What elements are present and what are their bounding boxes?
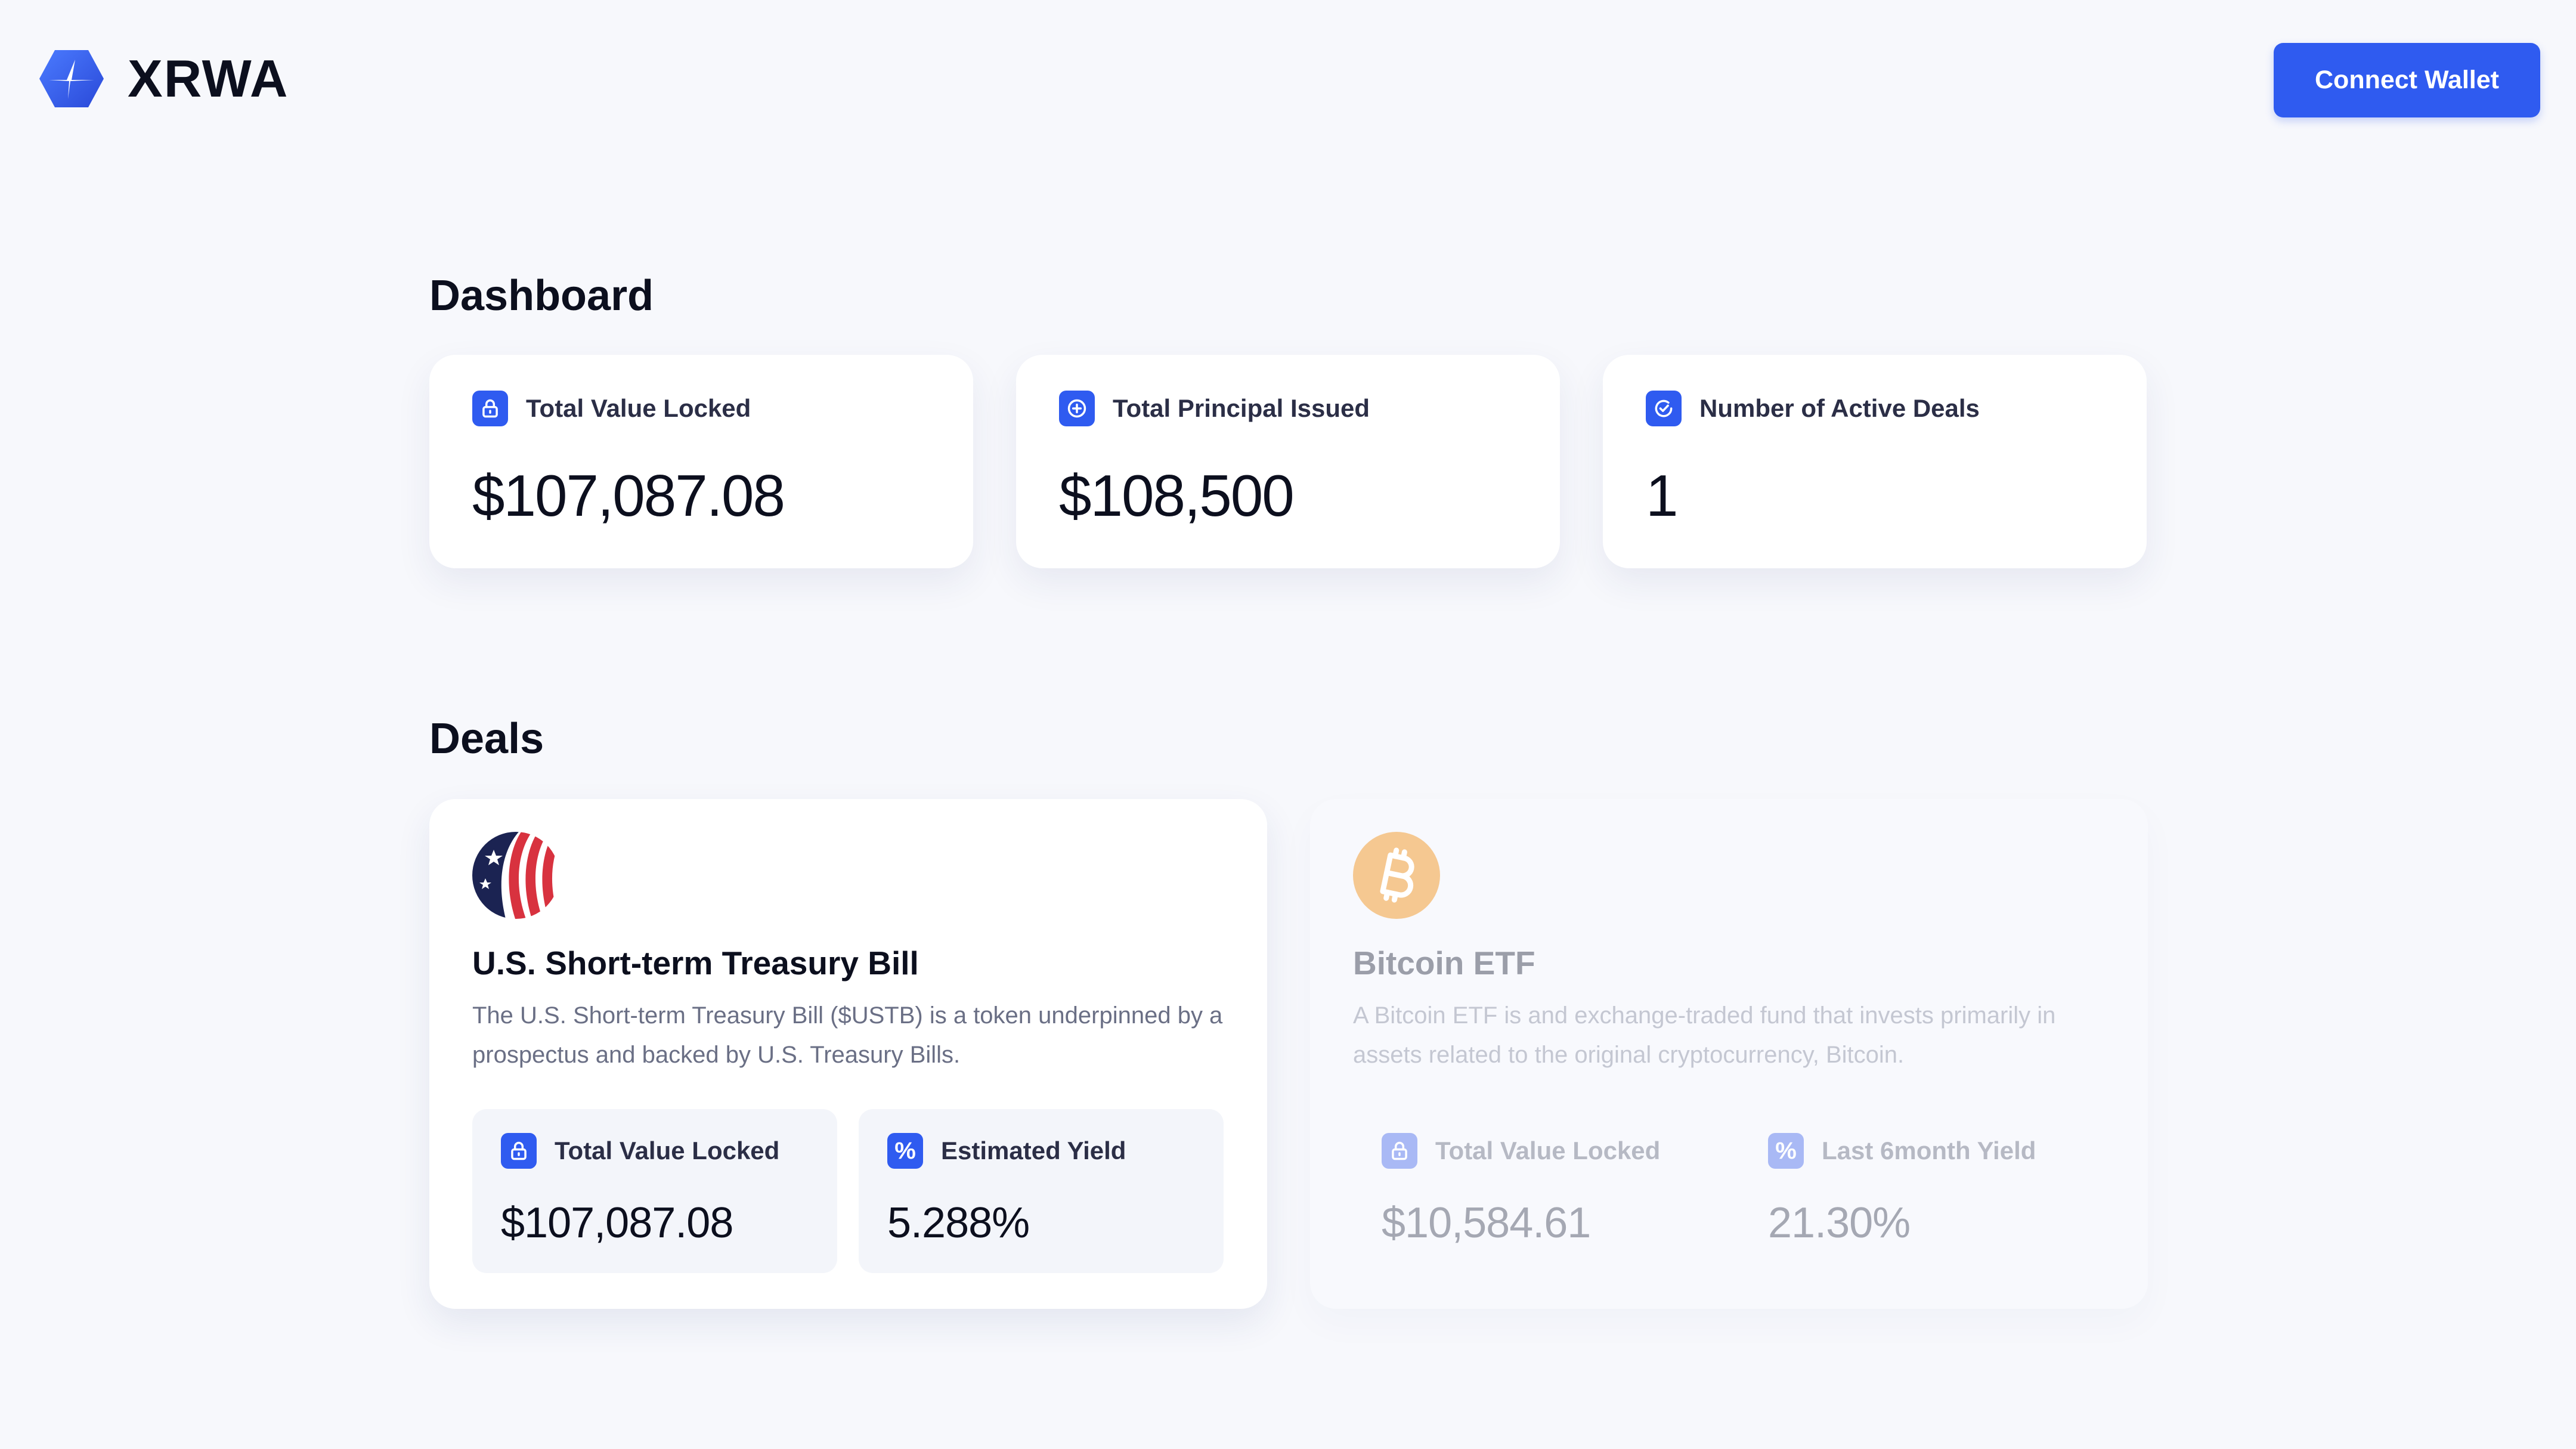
lock-icon xyxy=(1382,1133,1417,1169)
stat-label-row: Total Value Locked xyxy=(472,391,751,426)
stat-card-total-value-locked: Total Value Locked $107,087.08 xyxy=(429,355,973,568)
metric-label-row: Total Value Locked xyxy=(501,1133,779,1169)
metric-label: Last 6month Yield xyxy=(1822,1137,2036,1165)
lock-icon xyxy=(501,1133,537,1169)
deal-card-ustb[interactable]: U.S. Short-term Treasury Bill The U.S. S… xyxy=(429,799,1267,1309)
metric-label-row: % Estimated Yield xyxy=(887,1133,1126,1169)
metric-label-row: Total Value Locked xyxy=(1382,1133,1660,1169)
percent-icon: % xyxy=(1768,1133,1804,1169)
metric-value: $10,584.61 xyxy=(1382,1199,1591,1247)
brand-name: XRWA xyxy=(128,49,289,108)
deal-title: U.S. Short-term Treasury Bill xyxy=(472,945,919,982)
stat-value: $107,087.08 xyxy=(472,463,785,528)
us-flag-icon xyxy=(472,832,559,919)
stat-label: Total Value Locked xyxy=(526,394,751,422)
metric-label-row: % Last 6month Yield xyxy=(1768,1133,2036,1169)
lock-icon xyxy=(472,391,508,426)
deal-metric-last-6month-yield: % Last 6month Yield 21.30% xyxy=(1739,1109,2104,1273)
check-badge-icon xyxy=(1646,391,1682,426)
deal-metric-total-value-locked: Total Value Locked $10,584.61 xyxy=(1353,1109,1718,1273)
stat-value: 1 xyxy=(1646,463,1678,528)
stat-value: $108,500 xyxy=(1059,463,1295,528)
metric-value: 5.288% xyxy=(887,1199,1030,1247)
deal-description: A Bitcoin ETF is and exchange-traded fun… xyxy=(1353,1002,2056,1068)
top-bar: XRWA Connect Wallet xyxy=(0,0,2576,161)
plus-circle-icon xyxy=(1059,391,1095,426)
deals-title: Deals xyxy=(429,715,544,763)
percent-icon: % xyxy=(887,1133,923,1169)
deal-metric-estimated-yield: % Estimated Yield 5.288% xyxy=(859,1109,1224,1273)
deal-title: Bitcoin ETF xyxy=(1353,945,1535,982)
deal-description: The U.S. Short-term Treasury Bill ($USTB… xyxy=(472,1002,1223,1068)
stat-card-total-principal-issued: Total Principal Issued $108,500 xyxy=(1016,355,1560,568)
stat-card-active-deals: Number of Active Deals 1 xyxy=(1603,355,2147,568)
deal-card-bitcoin-etf: Bitcoin ETF A Bitcoin ETF is and exchang… xyxy=(1310,799,2148,1309)
stat-label: Total Principal Issued xyxy=(1113,394,1370,422)
metric-label: Total Value Locked xyxy=(1435,1137,1661,1165)
metric-label: Total Value Locked xyxy=(555,1137,780,1165)
stat-label-row: Total Principal Issued xyxy=(1059,391,1370,426)
bitcoin-icon xyxy=(1353,832,1440,919)
metric-value: 21.30% xyxy=(1768,1199,1911,1247)
xrwa-logo-icon xyxy=(39,50,104,107)
brand-logo[interactable]: XRWA xyxy=(37,48,289,110)
deal-metric-total-value-locked: Total Value Locked $107,087.08 xyxy=(472,1109,837,1273)
connect-wallet-button[interactable]: Connect Wallet xyxy=(2274,43,2540,117)
stat-label-row: Number of Active Deals xyxy=(1646,391,1980,426)
metric-value: $107,087.08 xyxy=(501,1199,733,1247)
stat-label: Number of Active Deals xyxy=(1699,394,1980,422)
dashboard-title: Dashboard xyxy=(429,272,654,320)
metric-label: Estimated Yield xyxy=(941,1137,1126,1165)
